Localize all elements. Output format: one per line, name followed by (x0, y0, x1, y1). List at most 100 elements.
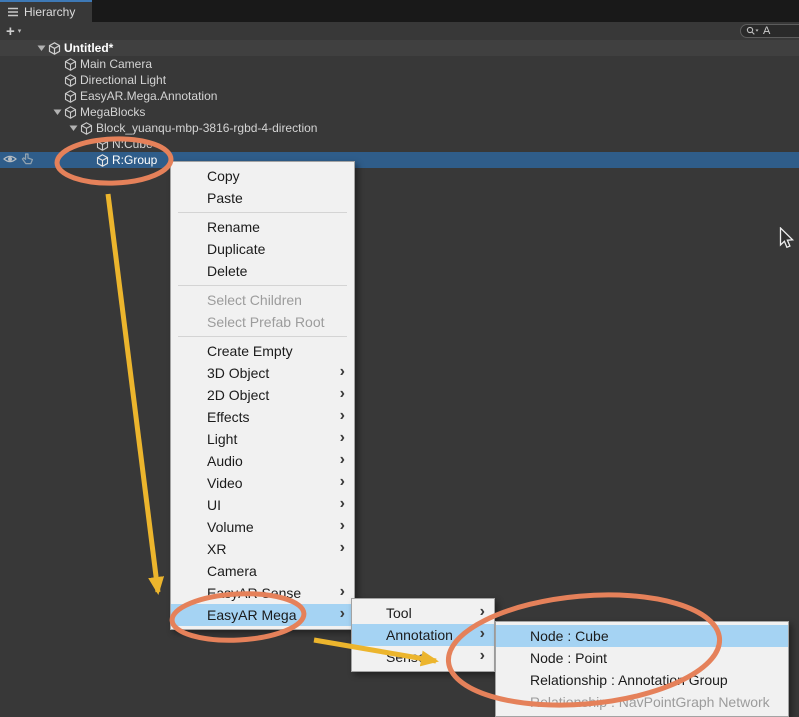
submenu-arrow-icon: › (339, 429, 345, 446)
menu-item-annotation[interactable]: Annotation › (352, 624, 494, 646)
menu-item-label: Create Empty (207, 343, 293, 359)
menu-item-rename[interactable]: Rename (171, 216, 354, 238)
hierarchy-item-directional-light[interactable]: Directional Light (0, 72, 799, 88)
menu-separator (178, 212, 347, 213)
menu-item-delete[interactable]: Delete (171, 260, 354, 282)
gameobject-cube-icon (64, 57, 77, 71)
create-object-button[interactable]: + ▾ (6, 22, 21, 40)
menu-item-label: Video (207, 475, 243, 491)
menu-item-relationship-navpointgraph-network: Relationship : NavPointGraph Network (496, 691, 788, 713)
menu-item-select-children: Select Children (171, 289, 354, 311)
search-input[interactable]: A (740, 24, 799, 38)
menu-item-label: 2D Object (207, 387, 270, 403)
submenu-arrow-icon: › (339, 385, 345, 402)
menu-item-effects[interactable]: Effects › (171, 406, 354, 428)
submenu-arrow-icon: › (479, 603, 485, 620)
easyar-mega-submenu: Tool › Annotation › Sense › (351, 598, 495, 672)
foldout-spacer (82, 152, 96, 168)
foldout-open-icon[interactable] (50, 104, 64, 120)
hierarchy-item-megablocks[interactable]: MegaBlocks (0, 104, 799, 120)
menu-item-label: Select Children (207, 292, 302, 308)
hierarchy-item-label: MegaBlocks (80, 105, 146, 119)
submenu-arrow-icon: › (479, 647, 485, 664)
gameobject-cube-icon (64, 89, 77, 103)
pickability-hand-icon[interactable] (21, 153, 34, 168)
arrow-r-group-to-easyar-mega (105, 193, 165, 595)
visibility-eye-icon[interactable] (3, 153, 17, 168)
hierarchy-rows: Main Camera Directional Light EasyAR.Mega.… (0, 56, 799, 168)
foldout-open-icon[interactable] (66, 120, 80, 136)
menu-item-2d-object[interactable]: 2D Object › (171, 384, 354, 406)
menu-item-create-empty[interactable]: Create Empty (171, 340, 354, 362)
menu-item-label: Node : Cube (530, 628, 609, 644)
menu-item-label: Select Prefab Root (207, 314, 325, 330)
menu-item-video[interactable]: Video › (171, 472, 354, 494)
menu-separator (178, 285, 347, 286)
menu-item-label: Node : Point (530, 650, 608, 666)
hierarchy-item-label: R:Group (112, 153, 158, 167)
foldout-open-icon[interactable] (34, 40, 48, 56)
submenu-arrow-icon: › (479, 625, 485, 642)
menu-item-node-point[interactable]: Node : Point (496, 647, 788, 669)
foldout-spacer (50, 56, 64, 72)
scene-row-untitled[interactable]: Untitled* (0, 40, 799, 56)
menu-item-label: EasyAR Sense (207, 585, 302, 601)
hierarchy-list-icon (8, 7, 18, 17)
menu-item-camera[interactable]: Camera (171, 560, 354, 582)
menu-item-easyar-sense[interactable]: EasyAR Sense › (171, 582, 354, 604)
dropdown-caret-icon: ▾ (17, 28, 22, 35)
context-menu: Copy Paste Rename Duplicate Delete Select Chi… (170, 161, 355, 630)
tab-hierarchy[interactable]: Hierarchy (0, 0, 92, 22)
menu-item-duplicate[interactable]: Duplicate (171, 238, 354, 260)
menu-item-label: Volume (207, 519, 254, 535)
menu-item-label: Copy (207, 168, 240, 184)
menu-item-relationship-annotation-group[interactable]: Relationship : Annotation Group (496, 669, 788, 691)
hierarchy-item-label: Main Camera (80, 57, 153, 71)
hierarchy-item-label: Block_yuanqu-mbp-3816-rgbd-4-direction (96, 121, 318, 135)
submenu-arrow-icon: › (339, 473, 345, 490)
menu-item-label: XR (207, 541, 227, 557)
menu-item-xr[interactable]: XR › (171, 538, 354, 560)
hierarchy-item-n-cube[interactable]: N:Cube (0, 136, 799, 152)
menu-item-audio[interactable]: Audio › (171, 450, 354, 472)
submenu-arrow-icon: › (339, 517, 345, 534)
submenu-arrow-icon: › (339, 495, 345, 512)
menu-item-label: Duplicate (207, 241, 266, 257)
menu-item-sense[interactable]: Sense › (352, 646, 494, 668)
menu-item-label: Paste (207, 190, 243, 206)
menu-item-paste[interactable]: Paste (171, 187, 354, 209)
hierarchy-item-main-camera[interactable]: Main Camera (0, 56, 799, 72)
menu-item-label: Sense (386, 649, 426, 665)
menu-item-easyar-mega[interactable]: EasyAR Mega › (171, 604, 354, 626)
hierarchy-toolbar: + ▾ A (0, 22, 799, 40)
menu-item-node-cube[interactable]: Node : Cube (496, 625, 788, 647)
menu-item-volume[interactable]: Volume › (171, 516, 354, 538)
menu-item-3d-object[interactable]: 3D Object › (171, 362, 354, 384)
menu-item-copy[interactable]: Copy (171, 165, 354, 187)
annotation-submenu: Node : Cube Node : Point Relationship : An… (495, 621, 789, 717)
hierarchy-item-label: Directional Light (80, 73, 167, 87)
menu-item-ui[interactable]: UI › (171, 494, 354, 516)
menu-item-label: Relationship : Annotation Group (530, 672, 728, 688)
plus-icon: + (6, 22, 15, 40)
menu-item-label: EasyAR Mega (207, 607, 297, 623)
hierarchy-item-easyar-mega-annotation[interactable]: EasyAR.Mega.Annotation (0, 88, 799, 104)
menu-item-label: Light (207, 431, 238, 447)
hierarchy-item-block-yuanqu-mbp-3816-rgbd-4-direction[interactable]: Block_yuanqu-mbp-3816-rgbd-4-direction (0, 120, 799, 136)
gameobject-cube-icon (64, 105, 77, 119)
menu-item-label: Delete (207, 263, 248, 279)
menu-item-light[interactable]: Light › (171, 428, 354, 450)
menu-separator (178, 336, 347, 337)
submenu-arrow-icon: › (339, 539, 345, 556)
menu-item-label: Effects (207, 409, 250, 425)
menu-item-label: Relationship : NavPointGraph Network (530, 694, 770, 710)
gameobject-cube-icon (96, 137, 109, 151)
foldout-spacer (82, 136, 96, 152)
menu-item-label: Rename (207, 219, 260, 235)
menu-item-select-prefab-root: Select Prefab Root (171, 311, 354, 333)
mouse-cursor (779, 227, 795, 249)
menu-item-label: Camera (207, 563, 257, 579)
hierarchy-item-r-group[interactable]: R:Group (0, 152, 799, 168)
menu-item-tool[interactable]: Tool › (352, 602, 494, 624)
menu-item-label: Tool (386, 605, 412, 621)
